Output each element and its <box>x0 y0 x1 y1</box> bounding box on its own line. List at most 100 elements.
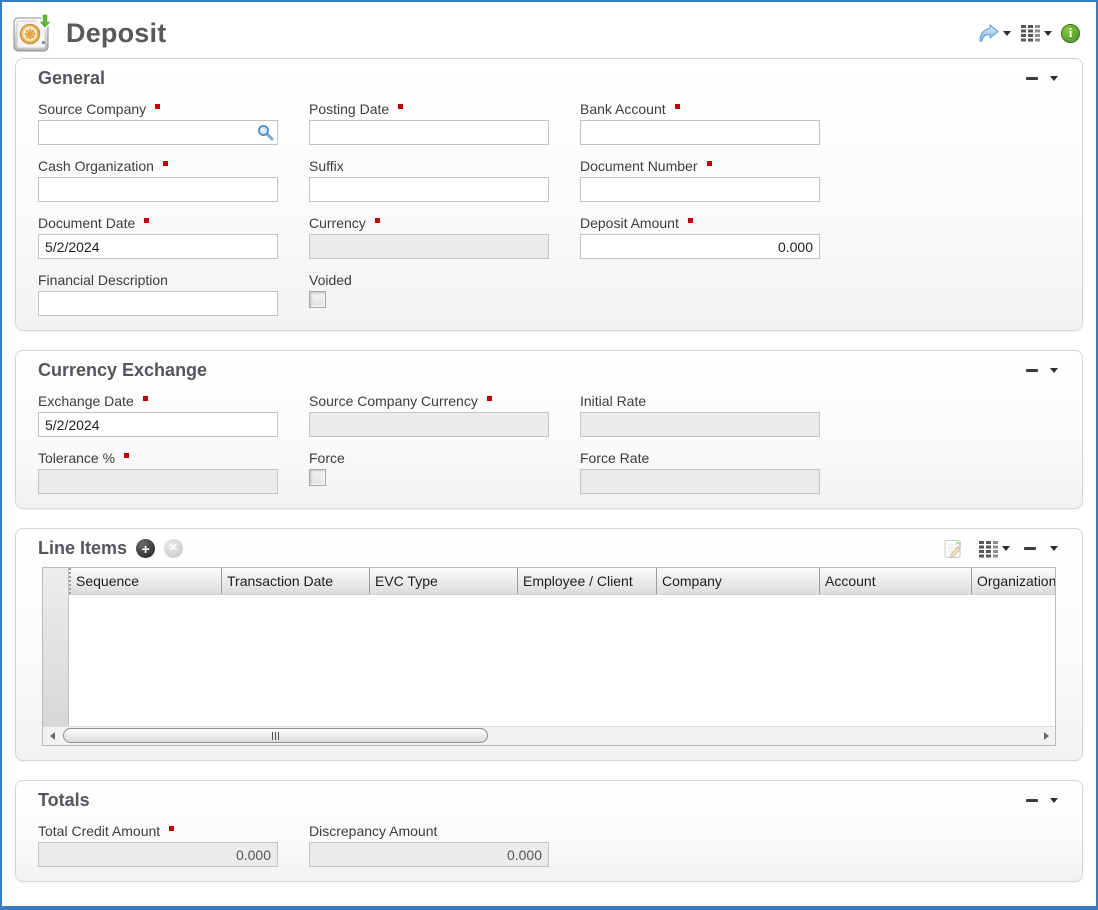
chevron-down-icon <box>1003 31 1011 36</box>
scrollbar-thumb[interactable] <box>63 728 488 743</box>
table-body-empty <box>69 595 1055 726</box>
actions-menu-button[interactable] <box>975 22 1013 45</box>
page-title: Deposit <box>66 18 166 49</box>
force-label: Force <box>309 450 580 466</box>
column-header-sequence[interactable]: Sequence <box>69 568 221 594</box>
posting-date-input[interactable] <box>309 120 549 145</box>
initial-rate-label: Initial Rate <box>580 393 851 409</box>
force-checkbox[interactable] <box>309 469 326 486</box>
collapse-icon[interactable] <box>1050 76 1058 81</box>
column-header-evc-type[interactable]: EVC Type <box>369 568 517 594</box>
columns-icon <box>1020 24 1041 42</box>
column-header-organization[interactable]: Organization <box>971 568 1055 594</box>
voided-label: Voided <box>309 272 580 288</box>
section-totals: Totals Total Credit Amount Discrepancy A… <box>15 780 1083 882</box>
line-items-columns-button[interactable] <box>978 540 1010 558</box>
line-items-table: Sequence Transaction Date EVC Type Emplo… <box>42 567 1056 746</box>
column-header-company[interactable]: Company <box>656 568 819 594</box>
financial-description-input[interactable] <box>38 291 278 316</box>
add-line-item-button[interactable]: + <box>136 539 155 558</box>
required-marker <box>375 218 380 223</box>
discrepancy-amount-label: Discrepancy Amount <box>309 823 580 839</box>
required-marker <box>155 104 160 109</box>
required-marker <box>675 104 680 109</box>
required-marker <box>163 161 168 166</box>
curved-arrow-icon <box>977 24 1000 43</box>
horizontal-scrollbar[interactable] <box>43 726 1055 745</box>
force-rate-input <box>580 469 820 494</box>
collapse-icon[interactable] <box>1050 368 1058 373</box>
document-date-label: Document Date <box>38 215 309 231</box>
bank-account-input[interactable] <box>580 120 820 145</box>
section-currency-exchange: Currency Exchange Exchange Date Source C… <box>15 350 1083 509</box>
table-header-row: Sequence Transaction Date EVC Type Emplo… <box>69 568 1055 595</box>
document-date-input[interactable] <box>38 234 278 259</box>
collapse-icon[interactable] <box>1050 546 1058 551</box>
section-title-totals: Totals <box>38 790 90 811</box>
source-company-input[interactable] <box>38 120 278 145</box>
section-line-items: Line Items + ✕ <box>15 528 1083 761</box>
total-credit-amount-label: Total Credit Amount <box>38 823 309 839</box>
voided-checkbox[interactable] <box>309 291 326 308</box>
columns-icon <box>978 540 999 558</box>
section-general: General Source Company <box>15 58 1083 331</box>
deposit-amount-input[interactable] <box>580 234 820 259</box>
suffix-input[interactable] <box>309 177 549 202</box>
info-icon: i <box>1061 24 1080 43</box>
exchange-date-label: Exchange Date <box>38 393 309 409</box>
scroll-right-arrow[interactable] <box>1037 732 1055 740</box>
chevron-down-icon <box>1044 31 1052 36</box>
exchange-date-input[interactable] <box>38 412 278 437</box>
required-marker <box>124 453 129 458</box>
tolerance-label: Tolerance % <box>38 450 309 466</box>
export-icon[interactable] <box>943 539 964 559</box>
cash-organization-label: Cash Organization <box>38 158 309 174</box>
search-icon[interactable] <box>257 124 274 141</box>
scroll-left-arrow[interactable] <box>43 732 61 740</box>
required-marker <box>169 826 174 831</box>
minimize-icon[interactable] <box>1026 799 1038 802</box>
cash-organization-input[interactable] <box>38 177 278 202</box>
minimize-icon[interactable] <box>1026 77 1038 80</box>
discrepancy-amount-input <box>309 842 549 867</box>
required-marker <box>707 161 712 166</box>
delete-line-item-button[interactable]: ✕ <box>164 539 183 558</box>
row-selector-gutter <box>43 568 69 726</box>
document-number-label: Document Number <box>580 158 851 174</box>
posting-date-label: Posting Date <box>309 101 580 117</box>
initial-rate-input <box>580 412 820 437</box>
deposit-safe-icon <box>12 13 54 53</box>
minimize-icon[interactable] <box>1024 547 1036 550</box>
minimize-icon[interactable] <box>1026 369 1038 372</box>
header-actions: i <box>975 22 1082 45</box>
deposit-page: Deposit <box>0 0 1098 910</box>
required-marker <box>143 396 148 401</box>
column-header-employee-client[interactable]: Employee / Client <box>517 568 656 594</box>
force-rate-label: Force Rate <box>580 450 851 466</box>
total-credit-amount-input <box>38 842 278 867</box>
required-marker <box>688 218 693 223</box>
tolerance-input <box>38 469 278 494</box>
app-header: Deposit <box>2 2 1096 58</box>
section-title-general: General <box>38 68 105 89</box>
section-title-line-items: Line Items <box>38 538 127 559</box>
currency-label: Currency <box>309 215 580 231</box>
currency-input <box>309 234 549 259</box>
document-number-input[interactable] <box>580 177 820 202</box>
required-marker <box>398 104 403 109</box>
collapse-icon[interactable] <box>1050 798 1058 803</box>
info-button[interactable]: i <box>1059 22 1082 45</box>
column-header-account[interactable]: Account <box>819 568 971 594</box>
chevron-down-icon <box>1002 546 1010 551</box>
suffix-label: Suffix <box>309 158 580 174</box>
column-header-transaction-date[interactable]: Transaction Date <box>221 568 369 594</box>
source-company-currency-input <box>309 412 549 437</box>
source-company-currency-label: Source Company Currency <box>309 393 580 409</box>
bank-account-label: Bank Account <box>580 101 851 117</box>
required-marker <box>487 396 492 401</box>
financial-description-label: Financial Description <box>38 272 309 288</box>
deposit-amount-label: Deposit Amount <box>580 215 851 231</box>
columns-menu-button[interactable] <box>1018 22 1054 44</box>
section-title-currency-exchange: Currency Exchange <box>38 360 207 381</box>
source-company-label: Source Company <box>38 101 309 117</box>
